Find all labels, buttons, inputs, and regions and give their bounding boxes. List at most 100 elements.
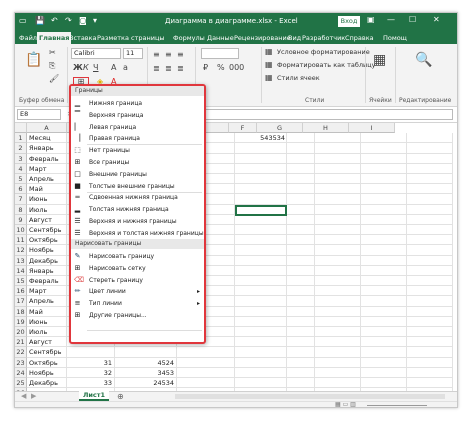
table-cell[interactable]: 24534 — [115, 378, 177, 389]
empty-cell[interactable] — [235, 357, 287, 368]
empty-cell[interactable] — [407, 225, 453, 236]
menu-item-draw-grid[interactable]: ⊞ Нарисовать сетку — [71, 263, 204, 274]
tab-tell-me[interactable]: Помощ — [383, 32, 407, 44]
table-cell[interactable]: 33 — [67, 378, 115, 389]
table-cell[interactable]: Июль — [27, 204, 67, 215]
empty-cell[interactable] — [235, 174, 287, 185]
empty-cell[interactable] — [287, 367, 315, 378]
table-cell[interactable]: Август — [27, 214, 67, 225]
empty-cell[interactable] — [407, 327, 453, 338]
empty-cell[interactable] — [287, 337, 315, 348]
empty-cell[interactable] — [361, 184, 407, 195]
column-header-a[interactable]: A — [27, 123, 67, 133]
name-box[interactable]: E8 — [17, 109, 61, 120]
row-header[interactable]: 6 — [15, 184, 27, 195]
table-cell[interactable]: Февраль — [27, 153, 67, 164]
empty-cell[interactable] — [407, 143, 453, 154]
empty-cell[interactable] — [315, 194, 361, 205]
row-header[interactable]: 16 — [15, 286, 27, 297]
row-header[interactable]: 17 — [15, 296, 27, 307]
menu-item-left-border[interactable]: ▏ Левая граница — [71, 122, 204, 133]
empty-cell[interactable] — [407, 184, 453, 195]
menu-item-outside-borders[interactable]: □ Внешние границы — [71, 169, 204, 180]
column-header-i[interactable]: I — [349, 123, 395, 133]
cut-icon[interactable]: ✂ — [49, 48, 56, 58]
camera-icon[interactable]: ◙ — [79, 16, 87, 25]
empty-cell[interactable] — [407, 276, 453, 287]
conditional-format-icon[interactable]: ▦ — [265, 47, 273, 57]
empty-cell[interactable] — [287, 316, 315, 327]
empty-cell[interactable] — [287, 255, 315, 266]
empty-cell[interactable] — [315, 357, 361, 368]
empty-cell[interactable] — [235, 163, 287, 174]
menu-item-all-borders[interactable]: ⊞ Все границы — [71, 157, 204, 168]
empty-cell[interactable] — [315, 163, 361, 174]
empty-cell[interactable] — [361, 143, 407, 154]
table-cell[interactable]: Март — [27, 286, 67, 297]
table-cell[interactable]: Апрель — [27, 296, 67, 307]
empty-cell[interactable] — [235, 347, 287, 358]
empty-cell[interactable] — [287, 296, 315, 307]
empty-cell[interactable] — [361, 367, 407, 378]
comma-style-icon[interactable]: 000 — [229, 63, 244, 73]
empty-cell[interactable] — [407, 214, 453, 225]
empty-cell[interactable] — [287, 143, 315, 154]
empty-cell[interactable] — [287, 265, 315, 276]
empty-cell[interactable] — [235, 316, 287, 327]
empty-cell[interactable] — [235, 225, 287, 236]
empty-cell[interactable] — [235, 296, 287, 307]
empty-cell[interactable] — [235, 327, 287, 338]
align-right-icon[interactable]: ≣ — [177, 64, 184, 74]
row-header[interactable]: 15 — [15, 276, 27, 287]
ribbon-options-icon[interactable]: ▣ — [367, 15, 375, 24]
empty-cell[interactable] — [315, 225, 361, 236]
underline-button[interactable]: Ч — [93, 63, 98, 73]
empty-cell[interactable] — [407, 204, 453, 215]
empty-cell[interactable] — [407, 265, 453, 276]
empty-cell[interactable] — [287, 286, 315, 297]
empty-cell[interactable] — [235, 214, 287, 225]
empty-cell[interactable] — [315, 306, 361, 317]
align-center-icon[interactable]: ≣ — [165, 64, 172, 74]
row-header[interactable]: 3 — [15, 153, 27, 164]
column-header-h[interactable]: H — [303, 123, 349, 133]
table-cell[interactable] — [115, 347, 177, 358]
table-cell[interactable]: Август — [27, 337, 67, 348]
empty-cell[interactable] — [287, 174, 315, 185]
scroll-sheets-left-icon[interactable]: ◀ — [21, 392, 26, 400]
table-cell[interactable]: Октябрь — [27, 235, 67, 246]
empty-cell[interactable] — [361, 225, 407, 236]
empty-cell[interactable] — [407, 378, 453, 389]
empty-cell[interactable] — [361, 214, 407, 225]
empty-cell[interactable] — [315, 184, 361, 195]
tab-file[interactable]: Файл — [19, 32, 37, 44]
empty-cell[interactable] — [287, 327, 315, 338]
empty-cell[interactable] — [361, 276, 407, 287]
horizontal-scrollbar[interactable] — [175, 394, 445, 399]
empty-cell[interactable] — [287, 235, 315, 246]
font-name-select[interactable]: Calibri — [71, 48, 121, 59]
tab-formulas[interactable]: Формулы — [173, 32, 205, 44]
row-header[interactable]: 1 — [15, 133, 27, 144]
conditional-format-button[interactable]: Условное форматирование — [277, 48, 370, 56]
empty-cell[interactable] — [361, 316, 407, 327]
table-cell[interactable]: Май — [27, 306, 67, 317]
table-cell[interactable]: Март — [27, 163, 67, 174]
empty-cell[interactable] — [407, 367, 453, 378]
empty-cell[interactable] — [287, 245, 315, 256]
tab-view[interactable]: Вид — [288, 32, 301, 44]
table-cell[interactable]: Май — [27, 184, 67, 195]
customize-toolbar-icon[interactable]: ▾ — [93, 16, 97, 25]
cell-e1[interactable]: 543534 — [235, 133, 287, 143]
table-cell[interactable]: 3453 — [115, 367, 177, 378]
align-middle-icon[interactable]: ≡ — [165, 50, 172, 60]
table-cell[interactable] — [67, 347, 115, 358]
empty-cell[interactable] — [315, 153, 361, 164]
row-header[interactable]: 7 — [15, 194, 27, 205]
empty-cell[interactable] — [287, 225, 315, 236]
empty-cell[interactable] — [287, 347, 315, 358]
redo-icon[interactable]: ↷ — [65, 16, 72, 25]
empty-cell[interactable] — [287, 153, 315, 164]
empty-cell[interactable] — [315, 337, 361, 348]
empty-cell[interactable] — [407, 153, 453, 164]
